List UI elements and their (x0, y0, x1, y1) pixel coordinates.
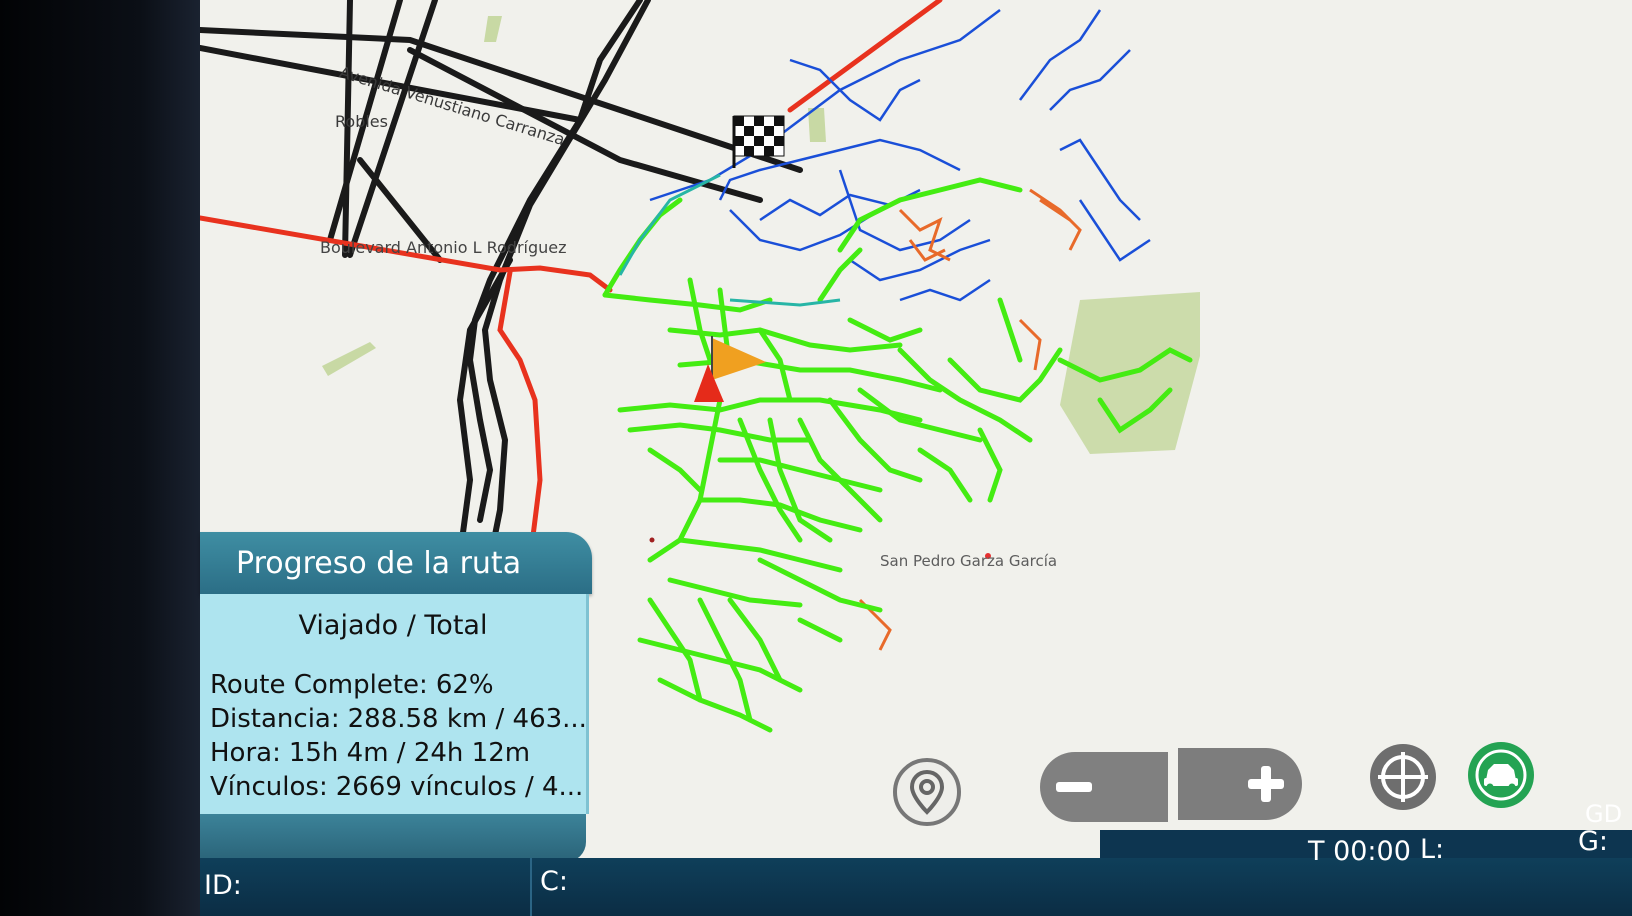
minus-icon (1056, 782, 1092, 792)
links-value: 2669 vínculos / 4... (335, 772, 584, 802)
map-pin-icon (909, 769, 945, 815)
status-id: ID: (204, 870, 242, 901)
poi-dot-2 (649, 537, 655, 543)
status-time: T 00:00 (1308, 836, 1411, 867)
screen-bezel (0, 0, 200, 916)
route-complete-value: 62% (435, 670, 494, 700)
pending-route (649, 9, 1151, 302)
route-connector-2 (729, 298, 841, 307)
completed-route (602, 177, 1193, 733)
status-c: C: (540, 866, 568, 897)
route-progress-panel: Progreso de la ruta Viajado / Total Rout… (200, 532, 592, 868)
distance-value: 288.58 km / 463... (347, 704, 587, 734)
park-area-small-2 (322, 342, 376, 376)
time-label: Hora: (210, 738, 281, 768)
zoom-out-button[interactable] (1040, 752, 1168, 822)
orange-flag-icon (711, 336, 766, 392)
status-g: G: (1578, 826, 1609, 857)
car-icon (1475, 749, 1527, 801)
route-progress-footer (200, 814, 586, 862)
route-progress-subtitle: Viajado / Total (298, 610, 488, 641)
time-row: Hora: 15h 4m / 24h 12m (210, 738, 530, 768)
street-label-boulevard: Boulevard Antonio L Rodríguez (320, 238, 567, 257)
follow-vehicle-button[interactable] (1468, 742, 1534, 808)
time-value: 15h 4m / 24h 12m (288, 738, 531, 768)
distance-row: Distancia: 288.58 km / 463... (210, 704, 587, 734)
status-divider (530, 858, 532, 916)
zoom-in-button[interactable] (1178, 748, 1302, 820)
status-l: L: (1420, 834, 1445, 865)
major-roads (200, 0, 803, 563)
route-complete-label: Route Complete: (210, 670, 428, 700)
street-label-robles: Robles (335, 112, 388, 131)
links-row: Vínculos: 2669 vínculos / 4... (210, 772, 583, 802)
alternate-route (858, 188, 1082, 651)
status-gd: GD (1585, 800, 1623, 828)
distance-label: Distancia: (210, 704, 340, 734)
plus-icon (1248, 766, 1284, 802)
park-area-small (484, 16, 502, 42)
city-label-san-pedro: San Pedro Garza García (880, 552, 1058, 570)
route-complete-row: Route Complete: 62% (210, 670, 494, 700)
links-label: Vínculos: (210, 772, 328, 802)
locate-button[interactable] (893, 758, 961, 826)
route-progress-title: Progreso de la ruta (236, 546, 522, 581)
route-progress-header: Progreso de la ruta (200, 532, 592, 594)
route-connector (618, 173, 721, 276)
center-map-button[interactable] (1370, 744, 1436, 810)
status-bar: ID: C: (200, 858, 1632, 916)
crosshair-icon (1378, 752, 1428, 802)
route-progress-body: Viajado / Total Route Complete: 62% Dista… (200, 594, 589, 814)
